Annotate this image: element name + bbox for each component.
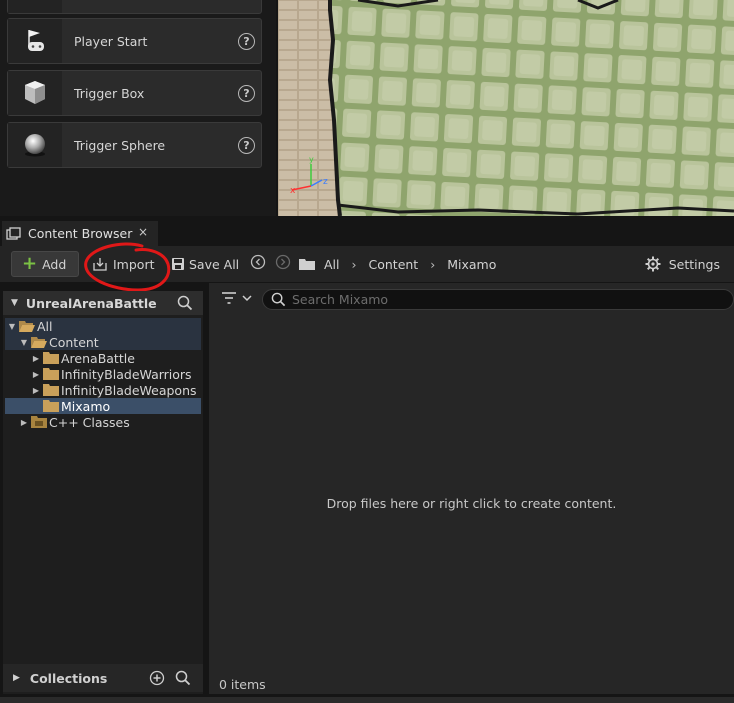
search-icon[interactable] bbox=[175, 670, 191, 689]
sources-panel: ▼ UnrealArenaBattle ▼ All ▼ Content ▶ Ar… bbox=[3, 291, 203, 694]
search-icon[interactable] bbox=[177, 295, 193, 314]
chevron-right-icon[interactable]: ▶ bbox=[19, 418, 29, 427]
tree-item-content[interactable]: ▼ Content bbox=[5, 334, 201, 350]
help-icon[interactable]: ? bbox=[238, 84, 255, 102]
breadcrumb-all[interactable]: All bbox=[324, 257, 340, 272]
level-viewport[interactable]: x y z bbox=[278, 0, 734, 216]
chevron-right-icon[interactable]: ▶ bbox=[31, 370, 41, 379]
tree-item-infinitybladeweapons[interactable]: ▶ InfinityBladeWeapons bbox=[5, 382, 201, 398]
actor-label: Trigger Box bbox=[74, 85, 145, 101]
folder-open-icon bbox=[31, 337, 47, 348]
tree-item-cpp-classes[interactable]: ▶ C++ Classes bbox=[5, 414, 201, 430]
item-count: 0 items bbox=[219, 677, 266, 692]
svg-text:y: y bbox=[309, 155, 314, 164]
chevron-right-icon[interactable]: ▶ bbox=[31, 354, 41, 363]
svg-text:z: z bbox=[323, 177, 328, 187]
tree-label: InfinityBladeWeapons bbox=[61, 382, 197, 398]
plus-icon: + bbox=[22, 253, 38, 274]
tab-title: Content Browser bbox=[28, 226, 133, 241]
gear-icon bbox=[645, 256, 661, 272]
folder-open-icon bbox=[19, 321, 35, 332]
back-arrow-icon[interactable] bbox=[250, 254, 266, 274]
svg-text:x: x bbox=[290, 186, 296, 196]
tree-label: C++ Classes bbox=[49, 414, 130, 430]
search-icon bbox=[271, 292, 286, 307]
breadcrumb-separator[interactable]: › bbox=[352, 257, 357, 272]
save-all-button[interactable]: Save All bbox=[171, 251, 239, 277]
import-button[interactable]: Import bbox=[92, 251, 155, 277]
collections-label: Collections bbox=[29, 670, 108, 686]
actor-item-trigger-box[interactable]: Trigger Box ? bbox=[7, 70, 262, 116]
save-icon bbox=[172, 258, 184, 270]
chevron-down-icon[interactable]: ▼ bbox=[7, 322, 17, 331]
save-all-label: Save All bbox=[189, 256, 240, 272]
folder-icon bbox=[299, 259, 315, 270]
asset-view[interactable]: Drop files here or right click to create… bbox=[209, 283, 734, 694]
add-button[interactable]: + Add bbox=[11, 251, 79, 277]
cpp-folder-icon bbox=[31, 416, 47, 428]
folder-tree: ▼ All ▼ Content ▶ ArenaBattle ▶ Infinity… bbox=[5, 318, 201, 430]
filter-icon bbox=[222, 292, 236, 304]
breadcrumb-content[interactable]: Content bbox=[369, 257, 419, 272]
chevron-down-icon[interactable]: ▼ bbox=[19, 338, 29, 347]
forward-arrow-icon[interactable] bbox=[275, 254, 291, 274]
add-circle-icon[interactable] bbox=[149, 670, 165, 689]
help-icon[interactable]: ? bbox=[238, 136, 255, 154]
tree-item-infinitybladewarriors[interactable]: ▶ InfinityBladeWarriors bbox=[5, 366, 201, 382]
chevron-right-icon[interactable]: ▶ bbox=[13, 673, 20, 683]
tree-label: Content bbox=[49, 334, 99, 350]
folder-icon bbox=[43, 368, 59, 380]
breadcrumb-mixamo[interactable]: Mixamo bbox=[447, 257, 496, 272]
breadcrumb: All › Content › Mixamo bbox=[298, 251, 496, 277]
chevron-right-icon[interactable]: ▶ bbox=[31, 386, 41, 395]
tree-label: Mixamo bbox=[61, 398, 111, 414]
tree-item-all[interactable]: ▼ All bbox=[5, 318, 201, 334]
actor-label: Trigger Sphere bbox=[74, 137, 166, 153]
import-label: Import bbox=[113, 256, 155, 272]
close-icon[interactable]: × bbox=[138, 225, 148, 239]
actor-item-trigger-sphere[interactable]: Trigger Sphere ? bbox=[7, 122, 262, 168]
trigger-sphere-icon bbox=[8, 123, 62, 167]
actor-item-player-start[interactable]: Player Start ? bbox=[7, 18, 262, 64]
search-field[interactable] bbox=[262, 289, 734, 310]
chevron-down-icon bbox=[242, 295, 252, 302]
tree-label: All bbox=[37, 318, 53, 334]
actor-item-partial[interactable] bbox=[7, 0, 262, 14]
place-actors-panel: Player Start ? Trigger Box ? Trigger Sph… bbox=[0, 0, 276, 216]
editor-window: Player Start ? Trigger Box ? Trigger Sph… bbox=[0, 0, 734, 703]
filter-button[interactable] bbox=[221, 291, 253, 305]
filter-row bbox=[209, 283, 734, 315]
actor-label: Player Start bbox=[74, 33, 148, 49]
chevron-down-icon[interactable]: ▼ bbox=[11, 298, 18, 308]
tree-item-arenabattle[interactable]: ▶ ArenaBattle bbox=[5, 350, 201, 366]
tab-content-browser[interactable]: Content Browser × bbox=[2, 221, 158, 246]
search-input[interactable] bbox=[292, 292, 692, 307]
folder-icon bbox=[43, 384, 59, 396]
content-browser-icon bbox=[6, 226, 21, 240]
settings-button[interactable]: Settings bbox=[645, 251, 720, 277]
actor-thumb bbox=[8, 0, 62, 13]
project-name: UnrealArenaBattle bbox=[25, 295, 157, 311]
collections-header[interactable]: ▶ Collections bbox=[3, 664, 203, 692]
help-icon[interactable]: ? bbox=[238, 32, 255, 50]
settings-label: Settings bbox=[668, 256, 720, 272]
add-label: Add bbox=[42, 256, 67, 272]
sources-header[interactable]: ▼ UnrealArenaBattle bbox=[3, 291, 203, 315]
tree-label: InfinityBladeWarriors bbox=[61, 366, 192, 382]
folder-icon bbox=[43, 400, 59, 412]
tree-label: ArenaBattle bbox=[61, 350, 135, 366]
content-browser-toolbar: + Add Import Save All All › Content › Mi… bbox=[0, 246, 734, 282]
player-start-icon bbox=[8, 19, 62, 63]
trigger-box-icon bbox=[8, 71, 62, 115]
empty-state-message: Drop files here or right click to create… bbox=[326, 496, 617, 511]
folder-icon bbox=[43, 352, 59, 364]
tree-item-mixamo[interactable]: Mixamo bbox=[5, 398, 201, 414]
content-browser-tabbar: Content Browser × bbox=[0, 219, 734, 246]
import-icon bbox=[93, 258, 107, 271]
breadcrumb-separator[interactable]: › bbox=[430, 257, 435, 272]
status-bar bbox=[0, 697, 734, 703]
